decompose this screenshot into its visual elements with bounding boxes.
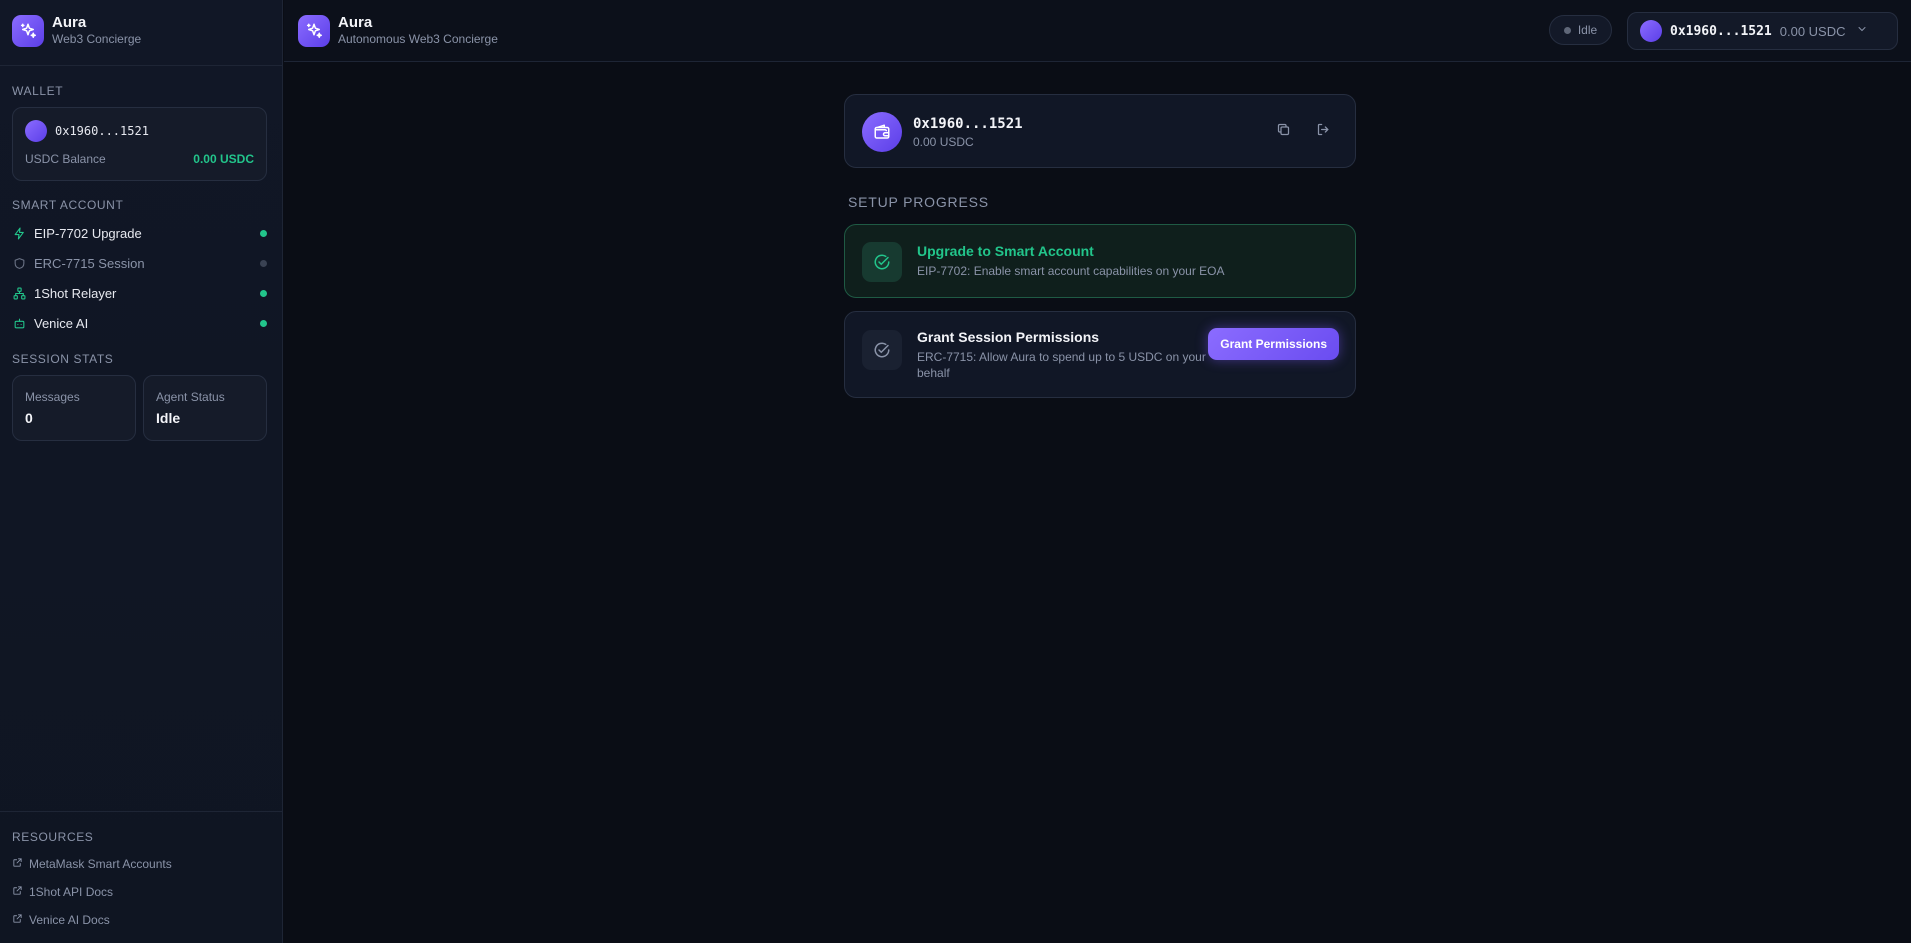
- sparkles-logo-icon: [298, 14, 330, 47]
- wallet-section-label: WALLET: [12, 84, 64, 98]
- setup-progress-label: SETUP PROGRESS: [848, 194, 989, 210]
- agent-status-value: Idle: [156, 410, 181, 426]
- session-stats-section-label: SESSION STATS: [12, 352, 114, 366]
- account-balance: 0.00 USDC: [1779, 23, 1846, 39]
- sidebar-wallet-card[interactable]: 0x1960...1521 USDC Balance 0.00 USDC: [12, 107, 267, 181]
- connected-wallet-balance: 0.00 USDC: [913, 135, 974, 149]
- resources-section-label: RESOURCES: [12, 830, 94, 844]
- status-dot: [260, 229, 267, 237]
- chevron-down-icon: [1856, 22, 1868, 40]
- sidebar-brand: Aura Web3 Concierge: [12, 14, 141, 47]
- sparkles-logo-icon: [12, 14, 44, 47]
- external-link-icon: [12, 885, 23, 899]
- status-dot: [260, 319, 267, 327]
- resource-link-metamask[interactable]: MetaMask Smart Accounts: [12, 857, 172, 871]
- network-icon: [12, 286, 26, 300]
- wallet-avatar: [25, 120, 47, 142]
- sidebar-item-venice-ai: Venice AI: [12, 313, 267, 333]
- sidebar: Aura Web3 Concierge WALLET 0x1960...1521…: [0, 0, 283, 943]
- logout-icon: [1316, 122, 1331, 142]
- sidebar-item-label: 1Shot Relayer: [34, 285, 117, 301]
- sidebar-divider: [0, 65, 283, 66]
- resource-link-label: MetaMask Smart Accounts: [29, 857, 172, 871]
- shield-icon: [12, 256, 26, 270]
- connected-wallet-address: 0x1960...1521: [913, 116, 1023, 132]
- sidebar-wallet-address: 0x1960...1521: [55, 124, 149, 138]
- status-dot: [1563, 26, 1571, 34]
- step-title: Upgrade to Smart Account: [917, 243, 1094, 259]
- usdc-balance-label: USDC Balance: [25, 152, 106, 166]
- resource-link-venice[interactable]: Venice AI Docs: [12, 913, 110, 927]
- sidebar-brand-title: Aura: [52, 14, 87, 31]
- agent-status-label: Agent Status: [156, 390, 225, 404]
- usdc-balance-value: 0.00 USDC: [193, 152, 254, 166]
- account-avatar: [1640, 20, 1662, 42]
- header-brand: Aura Autonomous Web3 Concierge: [298, 14, 498, 47]
- messages-label: Messages: [25, 390, 80, 404]
- account-address: 0x1960...1521: [1670, 23, 1772, 39]
- agent-status-pill: Idle: [1549, 15, 1612, 45]
- external-link-icon: [12, 857, 23, 871]
- sidebar-brand-subtitle: Web3 Concierge: [52, 32, 142, 46]
- header-subtitle: Autonomous Web3 Concierge: [338, 32, 498, 46]
- disconnect-button[interactable]: [1310, 119, 1336, 145]
- sidebar-divider: [0, 811, 283, 812]
- status-pill-label: Idle: [1577, 23, 1598, 37]
- copy-address-button[interactable]: [1270, 119, 1296, 145]
- status-dot: [260, 259, 267, 267]
- sidebar-item-1shot-relayer: 1Shot Relayer: [12, 283, 267, 303]
- sidebar-item-label: EIP-7702 Upgrade: [34, 225, 142, 241]
- grant-permissions-button[interactable]: Grant Permissions: [1208, 328, 1339, 360]
- check-circle-icon: [862, 330, 902, 370]
- messages-value: 0: [25, 410, 33, 426]
- status-dot: [260, 289, 267, 297]
- resource-link-label: 1Shot API Docs: [29, 885, 114, 899]
- account-dropdown-button[interactable]: 0x1960...1521 0.00 USDC: [1627, 12, 1898, 50]
- external-link-icon: [12, 913, 23, 927]
- lightning-icon: [12, 226, 26, 240]
- wallet-icon: [862, 112, 902, 152]
- check-circle-icon: [862, 242, 902, 282]
- resource-link-label: Venice AI Docs: [29, 913, 110, 927]
- header-title: Aura: [338, 14, 373, 31]
- sidebar-item-label: ERC-7715 Session: [34, 255, 145, 271]
- robot-icon: [12, 316, 26, 330]
- smart-account-section-label: SMART ACCOUNT: [12, 198, 124, 212]
- resource-link-1shot[interactable]: 1Shot API Docs: [12, 885, 113, 899]
- step-description: ERC-7715: Allow Aura to spend up to 5 US…: [917, 350, 1206, 380]
- copy-icon: [1276, 122, 1291, 142]
- messages-stat-card: Messages 0: [12, 375, 136, 441]
- step-description: EIP-7702: Enable smart account capabilit…: [917, 264, 1225, 278]
- connected-wallet-card: 0x1960...1521 0.00 USDC: [844, 94, 1356, 168]
- step-grant-session-permissions: Grant Session Permissions ERC-7715: Allo…: [844, 311, 1356, 398]
- step-title: Grant Session Permissions: [917, 329, 1100, 345]
- agent-status-stat-card: Agent Status Idle: [143, 375, 267, 441]
- top-header: Aura Autonomous Web3 Concierge Idle 0x19…: [284, 0, 1911, 62]
- sidebar-item-label: Venice AI: [34, 315, 89, 331]
- step-upgrade-smart-account: Upgrade to Smart Account EIP-7702: Enabl…: [844, 224, 1356, 298]
- sidebar-item-eip7702: EIP-7702 Upgrade: [12, 223, 267, 243]
- sidebar-item-erc7715: ERC-7715 Session: [12, 253, 267, 273]
